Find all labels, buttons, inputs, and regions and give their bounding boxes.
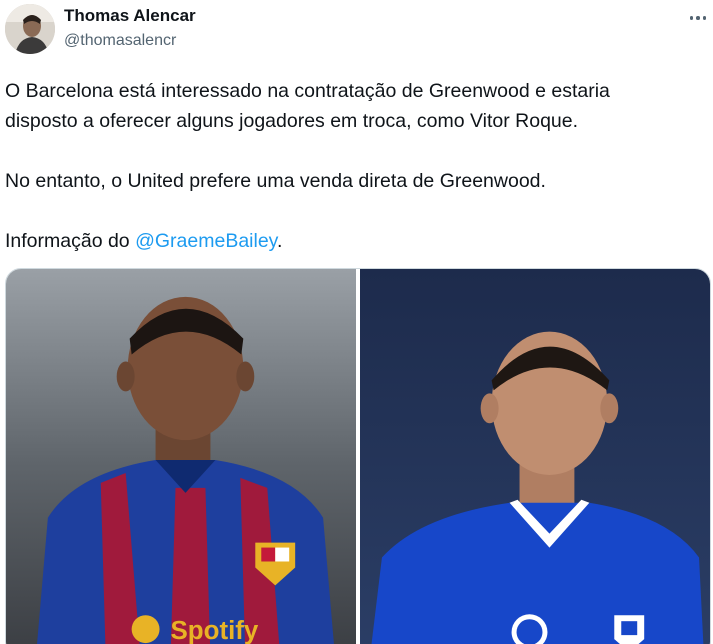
author-avatar[interactable]	[5, 4, 55, 54]
tweet-line: Informação do @GraemeBailey.	[5, 226, 705, 256]
mention-link[interactable]: @GraemeBailey	[135, 230, 277, 252]
player-barcelona-photo-icon: Spotify	[6, 269, 356, 644]
source-prefix: Informação do	[5, 230, 136, 252]
more-options-icon[interactable]	[686, 8, 710, 28]
tweet-line: O Barcelona está interessado na contrata…	[5, 80, 610, 102]
tweet-text: O Barcelona está interessado na contrata…	[5, 76, 705, 256]
profile-photo-icon	[5, 4, 55, 54]
media-photo-right[interactable]	[360, 269, 710, 644]
tweet-media[interactable]: Spotify	[5, 268, 711, 644]
tweet-line: No entanto, o United prefere uma venda d…	[5, 170, 546, 192]
author-name[interactable]: Thomas Alencar	[64, 6, 196, 26]
source-suffix: .	[276, 230, 283, 252]
shirt-sponsor-text: Spotify	[171, 617, 259, 644]
player-getafe-photo-icon	[360, 269, 710, 644]
media-photo-left[interactable]: Spotify	[6, 269, 356, 644]
tweet-line: disposto a oferecer alguns jogadores em …	[5, 110, 579, 132]
author-handle[interactable]: @thomasalencr	[64, 32, 176, 50]
